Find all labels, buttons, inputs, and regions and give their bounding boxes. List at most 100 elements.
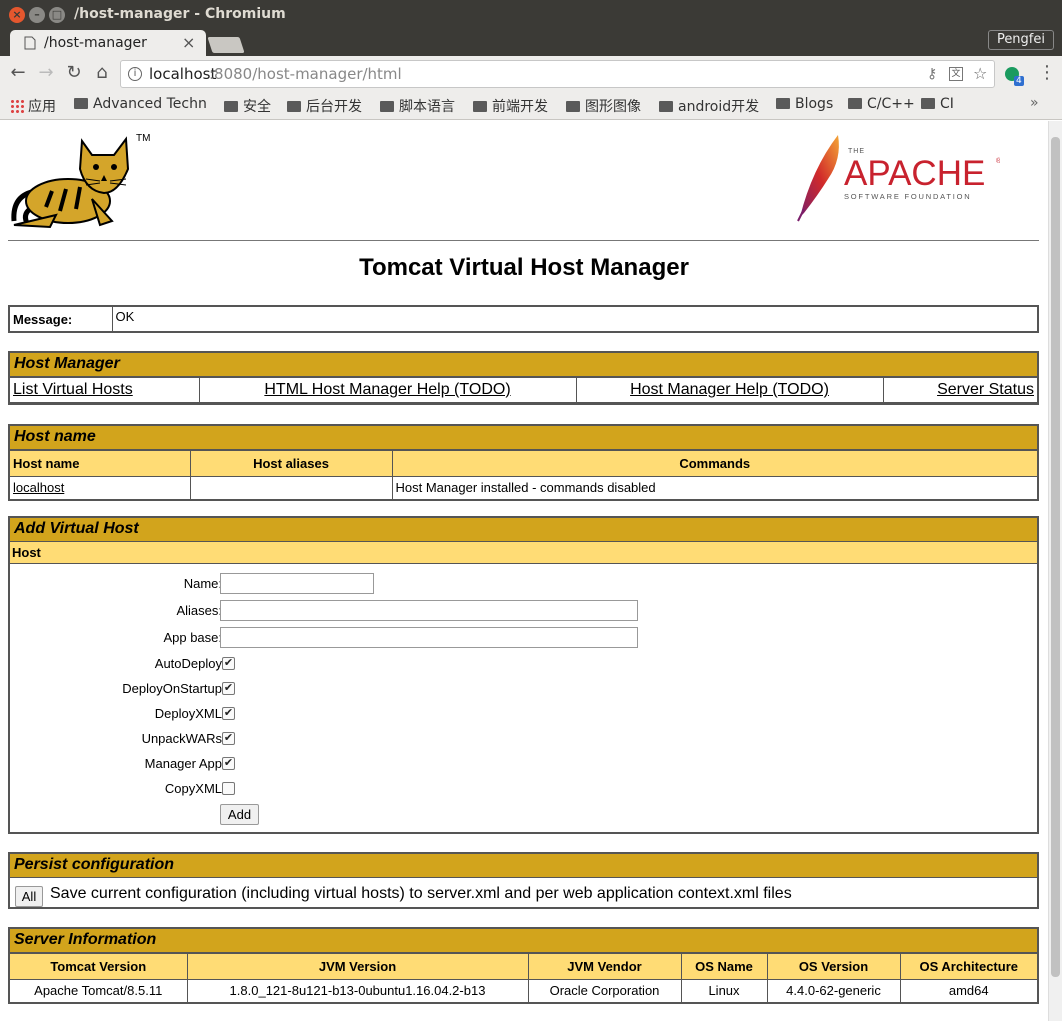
- table-row: localhost Host Manager installed - comma…: [10, 476, 1037, 499]
- unpackwars-checkbox[interactable]: ✔: [222, 732, 235, 745]
- deployonstartup-checkbox[interactable]: ✔: [222, 682, 235, 695]
- host-name-section: Host name Host name Host aliases Command…: [8, 424, 1039, 501]
- bookmark-folder[interactable]: 安全: [224, 96, 271, 116]
- host-manager-section: Host Manager List Virtual Hosts HTML Hos…: [8, 351, 1039, 405]
- menu-icon[interactable]: ⋮: [1038, 62, 1056, 83]
- page-scrollbar[interactable]: [1048, 121, 1062, 1021]
- back-icon[interactable]: ←: [6, 62, 30, 83]
- scrollbar-thumb[interactable]: [1051, 137, 1060, 977]
- bookmark-folder[interactable]: 前端开发: [473, 96, 548, 116]
- apache-subtitle: SOFTWARE FOUNDATION: [844, 192, 972, 201]
- new-tab-button[interactable]: [207, 37, 245, 53]
- key-icon[interactable]: ⚷: [927, 61, 937, 87]
- html-host-manager-help-link[interactable]: HTML Host Manager Help (TODO): [264, 381, 510, 398]
- url-path: :8080/host-manager/html: [209, 65, 402, 83]
- apps-grid-icon: [10, 99, 24, 113]
- bookmark-folder[interactable]: Blogs: [776, 96, 833, 112]
- manager-app-checkbox[interactable]: ✔: [222, 757, 235, 770]
- app-base-label: App base:: [163, 630, 222, 645]
- bookmark-folder[interactable]: CI: [921, 96, 954, 112]
- close-window-icon[interactable]: ×: [9, 7, 25, 23]
- tab-strip: /host-manager × Pengfei: [0, 30, 1062, 56]
- persist-section: Persist configuration All Save current c…: [8, 852, 1039, 909]
- folder-icon: [287, 101, 301, 112]
- unpackwars-label: UnpackWARs: [141, 731, 222, 746]
- host-manager-help-link[interactable]: Host Manager Help (TODO): [630, 381, 829, 398]
- add-button[interactable]: Add: [220, 804, 259, 825]
- folder-icon: [848, 98, 862, 109]
- host-localhost-link[interactable]: localhost: [13, 480, 64, 495]
- aliases-input[interactable]: [220, 600, 638, 621]
- host-commands-cell: Host Manager installed - commands disabl…: [391, 476, 1037, 499]
- bookmark-folder[interactable]: 脚本语言: [380, 96, 455, 116]
- column-tomcat-version: Tomcat Version: [10, 953, 188, 980]
- bookmark-label: C/C++: [867, 96, 915, 112]
- url-host: localhost: [149, 65, 217, 83]
- name-input[interactable]: [220, 573, 374, 594]
- bookmark-folder[interactable]: 图形图像: [566, 96, 641, 116]
- forward-icon[interactable]: →: [34, 62, 58, 83]
- maximize-window-icon[interactable]: □: [49, 7, 65, 23]
- translate-icon[interactable]: 文: [949, 67, 963, 81]
- add-virtual-host-section: Add Virtual Host Host: [8, 516, 1039, 834]
- bookmark-label: Blogs: [795, 96, 834, 112]
- profile-button[interactable]: Pengfei: [987, 30, 1054, 50]
- bookmark-folder[interactable]: Advanced Techn: [74, 96, 209, 112]
- os-architecture-value: amd64: [899, 979, 1037, 1002]
- browser-toolbar: ← → ↻ ⌂ i localhost :8080/host-manager/h…: [0, 56, 1062, 92]
- deployxml-checkbox[interactable]: ✔: [222, 707, 235, 720]
- folder-icon: [380, 101, 394, 112]
- address-bar[interactable]: i localhost :8080/host-manager/html ⚷ 文 …: [120, 60, 995, 88]
- apache-wordmark: APACHE: [844, 154, 985, 193]
- bookmarks-bar: 应用 Advanced Techn 安全 后台开发 脚本语言 前端开发 图形图像…: [0, 92, 1062, 120]
- aliases-label: Aliases:: [176, 603, 222, 618]
- list-virtual-hosts-link[interactable]: List Virtual Hosts: [13, 381, 133, 398]
- star-icon[interactable]: ☆: [973, 61, 987, 87]
- column-jvm-vendor: JVM Vendor: [527, 953, 682, 980]
- persist-header: Persist configuration: [10, 854, 1037, 878]
- tomcat-version-value: Apache Tomcat/8.5.11: [10, 979, 188, 1002]
- reload-icon[interactable]: ↻: [62, 62, 86, 83]
- bookmark-folder[interactable]: C/C++: [848, 96, 915, 112]
- window-title: /host-manager - Chromium: [74, 6, 286, 22]
- table-row: Apache Tomcat/8.5.11 1.8.0_121-8u121-b13…: [10, 979, 1037, 1002]
- autodeploy-checkbox[interactable]: ✔: [222, 657, 235, 670]
- manager-app-label: Manager App: [144, 756, 222, 771]
- tab-close-icon[interactable]: ×: [182, 33, 195, 52]
- help-cell: Host Manager Help (TODO): [575, 377, 884, 403]
- tomcat-logo[interactable]: TM: [8, 129, 158, 239]
- html-help-cell: HTML Host Manager Help (TODO): [198, 377, 577, 403]
- tomcat-trademark: TM: [136, 133, 150, 144]
- apache-feather-logo[interactable]: THE APACHE ® SOFTWARE FOUNDATION: [790, 129, 1000, 229]
- window-titlebar: × – □ /host-manager - Chromium: [0, 0, 1062, 30]
- deployonstartup-label: DeployOnStartup: [122, 681, 222, 696]
- host-name-header: Host name: [10, 426, 1037, 450]
- copyxml-checkbox[interactable]: [222, 782, 235, 795]
- bookmark-label: CI: [940, 96, 954, 112]
- home-icon[interactable]: ⌂: [90, 62, 114, 83]
- page-content: TM THE APACHE ® SOFTWARE FOUNDATION Tomc…: [0, 121, 1048, 1021]
- column-jvm-version: JVM Version: [186, 953, 529, 980]
- tab-host-manager[interactable]: /host-manager ×: [10, 30, 206, 56]
- bookmark-label: 前端开发: [492, 99, 548, 115]
- bookmark-folder[interactable]: 后台开发: [287, 96, 362, 116]
- message-label: Message:: [10, 307, 113, 331]
- bookmark-apps[interactable]: 应用: [10, 96, 56, 116]
- bookmark-label: Advanced Techn: [93, 96, 207, 112]
- persist-all-button[interactable]: All: [15, 886, 43, 907]
- bookmark-folder[interactable]: android开发: [659, 96, 759, 116]
- apache-registered: ®: [996, 157, 1000, 165]
- app-base-input[interactable]: [220, 627, 638, 648]
- column-commands: Commands: [391, 450, 1037, 477]
- column-os-name: OS Name: [680, 953, 768, 980]
- column-os-version: OS Version: [766, 953, 901, 980]
- bookmark-label: 安全: [243, 99, 271, 115]
- jvm-version-value: 1.8.0_121-8u121-b13-0ubuntu1.16.04.2-b13: [186, 979, 529, 1002]
- folder-icon: [566, 101, 580, 112]
- server-status-link[interactable]: Server Status: [937, 381, 1034, 398]
- minimize-window-icon[interactable]: –: [29, 7, 45, 23]
- info-icon[interactable]: i: [128, 67, 142, 81]
- server-information-section: Server Information Tomcat Version JVM Ve…: [8, 927, 1039, 1004]
- bookmark-label: 应用: [28, 99, 56, 115]
- more-bookmarks-icon[interactable]: »: [1030, 95, 1039, 111]
